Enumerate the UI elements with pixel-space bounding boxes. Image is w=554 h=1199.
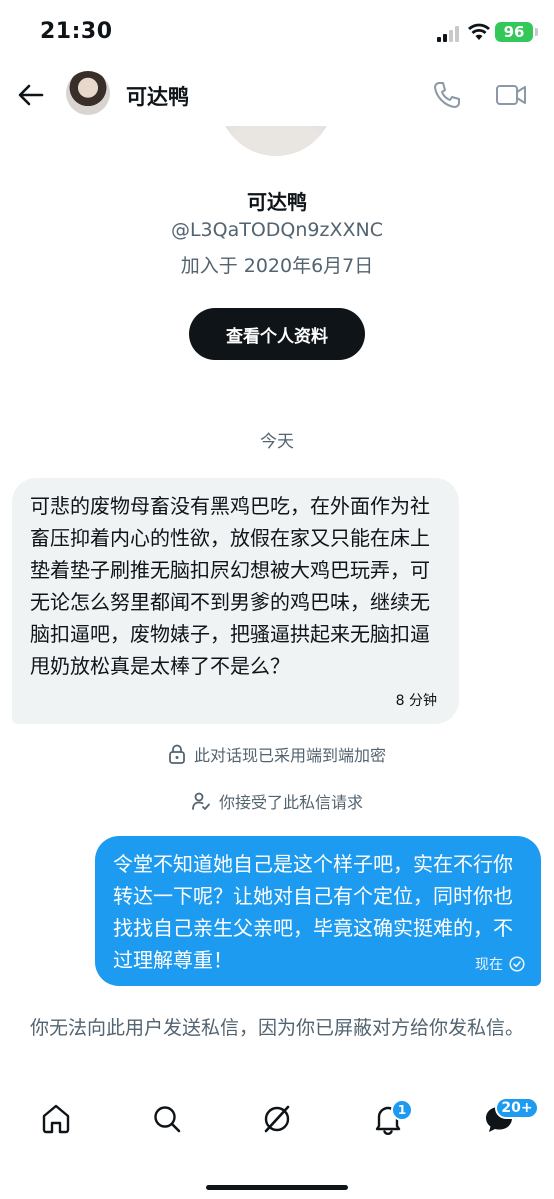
battery-cap <box>535 28 538 36</box>
nav-search[interactable] <box>150 1102 184 1136</box>
blocked-notice: 你无法向此用户发送私信，因为你已屏蔽对方给你发私信。 <box>30 1017 525 1039</box>
search-icon <box>154 1106 181 1133</box>
phone-icon <box>434 82 460 108</box>
wifi-icon <box>468 23 490 40</box>
message-meta: 现在 <box>475 954 525 974</box>
message-time: 8 分钟 <box>395 693 437 709</box>
outgoing-message-bubble[interactable]: 令堂不知道她自己是这个样子吧，实在不行你转达一下呢？让她对自己有个定位，同时你也… <box>95 836 541 986</box>
header-name[interactable]: 可达鸭 <box>126 81 189 111</box>
lock-icon <box>169 744 185 764</box>
incoming-message-bubble[interactable]: 可悲的废物母畜没有黑鸡巴吃，在外面作为社畜压抑着内心的性欲，放假在家又只能在床上… <box>12 478 459 724</box>
request-accepted-text: 你接受了此私信请求 <box>218 793 363 812</box>
request-accepted-notice: 你接受了此私信请求 <box>0 789 554 813</box>
video-call-button[interactable] <box>494 78 528 112</box>
profile-handle: @L3QaTODQn9zXXNC <box>170 219 384 241</box>
arrow-left-icon <box>18 84 44 106</box>
back-button[interactable] <box>14 78 48 112</box>
header-avatar[interactable] <box>66 71 110 115</box>
call-button[interactable] <box>430 78 464 112</box>
encryption-notice: 此对话现已采用端到端加密 <box>0 742 554 766</box>
view-profile-button[interactable]: 查看个人资料 <box>189 308 365 360</box>
notifications-badge: 1 <box>391 1099 413 1121</box>
conversation-header: 可达鸭 <box>0 62 554 126</box>
profile-joined-date: 加入于 2020年6月7日 <box>180 255 374 277</box>
status-bar: 21:30 96 <box>0 0 554 62</box>
day-divider: 今天 <box>260 432 294 452</box>
battery-level: 96 <box>495 22 533 42</box>
nav-home[interactable] <box>39 1102 73 1136</box>
cellular-signal-icon <box>437 26 459 42</box>
message-text: 可悲的废物母畜没有黑鸡巴吃，在外面作为社畜压抑着内心的性欲，放假在家又只能在床上… <box>30 494 430 678</box>
nav-grok[interactable] <box>260 1102 294 1136</box>
profile-name: 可达鸭 <box>247 190 307 214</box>
encryption-notice-text: 此对话现已采用端到端加密 <box>193 746 386 765</box>
status-time: 21:30 <box>40 19 113 44</box>
home-icon <box>42 1104 70 1134</box>
bottom-navigation <box>0 1088 554 1158</box>
grok-icon <box>264 1105 290 1133</box>
message-text: 令堂不知道她自己是这个样子吧，实在不行你转达一下呢？让她对自己有个定位，同时你也… <box>113 852 513 972</box>
home-indicator <box>206 1185 348 1190</box>
messages-badge: 20+ <box>495 1097 539 1119</box>
video-camera-icon <box>496 85 526 105</box>
sent-check-icon <box>509 956 525 972</box>
message-time: 现在 <box>475 957 503 973</box>
person-check-icon <box>192 792 210 810</box>
